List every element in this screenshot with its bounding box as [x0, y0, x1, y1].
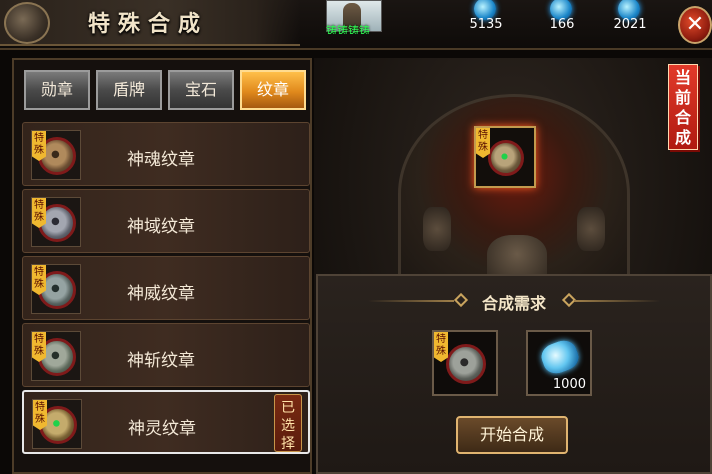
resource-value: 5135 [469, 17, 503, 32]
resource-counter-3: 2021 [600, 0, 660, 34]
title-plate: 特殊合成 [0, 0, 300, 46]
tab-emblem[interactable]: 纹章 [240, 70, 306, 110]
list-item[interactable]: 特殊 神魂纹章 [22, 122, 310, 186]
item-name: 神灵纹章 [128, 419, 196, 439]
list-item[interactable]: 特殊 神域纹章 [22, 189, 310, 253]
category-tabs: 勋章 盾牌 宝石 纹章 [24, 70, 306, 110]
player-name: 铸铸铸铸 [326, 24, 370, 34]
emblem-list: 特殊 神魂纹章 特殊 神域纹章 特殊 神威纹章 特殊 神斩纹章 特殊 神灵纹章 … [22, 122, 310, 457]
close-button[interactable]: ✕ [678, 6, 712, 44]
special-tag: 特殊 [476, 128, 490, 158]
synthesis-panel: 特殊 当前合成 合成需求 特殊 1000 开始合成 [314, 58, 712, 474]
divider-right [574, 300, 660, 302]
special-tag: 特殊 [434, 332, 448, 362]
current-synthesis-label: 当前合成 [668, 64, 698, 150]
requirements-title: 合成需求 [481, 294, 546, 313]
resource-counter-2: 166 [532, 0, 592, 34]
special-tag: 特殊 [32, 131, 46, 161]
altar-ornament-left [423, 207, 451, 251]
special-tag: 特殊 [32, 265, 46, 295]
list-item[interactable]: 特殊 神威纹章 [22, 256, 310, 320]
item-icon-frame: 特殊 [31, 197, 81, 247]
synthesis-altar [398, 94, 630, 294]
current-result-slot[interactable]: 特殊 [474, 126, 536, 188]
resource-value: 2021 [613, 17, 647, 32]
required-emblem-slot[interactable]: 特殊 [432, 330, 498, 396]
tab-medal[interactable]: 勋章 [24, 70, 90, 110]
list-item-selected[interactable]: 特殊 神灵纹章 已选择 [22, 390, 310, 454]
special-tag: 特殊 [32, 332, 46, 362]
dragon-emblem-icon [4, 2, 50, 44]
emblem-icon [446, 344, 486, 384]
requirements-box: 合成需求 特殊 1000 开始合成 [316, 274, 712, 474]
item-icon-frame: 特殊 [31, 264, 81, 314]
special-tag: 特殊 [32, 198, 46, 228]
tab-shield[interactable]: 盾牌 [96, 70, 162, 110]
top-bar: 特殊合成 铸铸铸铸 5135 166 2021 ✕ [0, 0, 712, 50]
page-title: 特殊合成 [88, 11, 209, 37]
blue-stone-icon [537, 336, 583, 378]
emblem-icon [488, 140, 524, 176]
list-item[interactable]: 特殊 神斩纹章 [22, 323, 310, 387]
special-tag: 特殊 [33, 400, 47, 430]
item-icon-frame: 特殊 [32, 399, 82, 449]
stone-quantity: 1000 [552, 377, 586, 392]
start-synthesis-button[interactable]: 开始合成 [456, 416, 568, 454]
resource-value: 166 [549, 17, 575, 32]
required-stone-slot[interactable]: 1000 [526, 330, 592, 396]
item-name: 神威纹章 [127, 284, 195, 304]
selected-badge: 已选择 [274, 394, 302, 452]
altar-ornament-right [577, 207, 605, 251]
item-name: 神魂纹章 [127, 150, 195, 170]
item-name: 神域纹章 [127, 217, 195, 237]
item-icon-frame: 特殊 [31, 130, 81, 180]
resource-counter-1: 5135 [456, 0, 516, 34]
item-icon-frame: 特殊 [31, 331, 81, 381]
item-name: 神斩纹章 [127, 351, 195, 371]
category-panel: 勋章 盾牌 宝石 纹章 特殊 神魂纹章 特殊 神域纹章 特殊 神威纹章 特殊 神… [12, 58, 312, 474]
tab-gem[interactable]: 宝石 [168, 70, 234, 110]
